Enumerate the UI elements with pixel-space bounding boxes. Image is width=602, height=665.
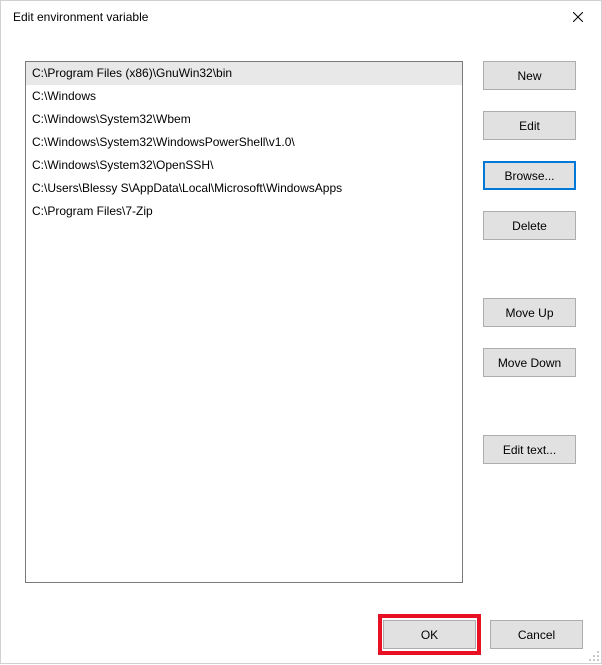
browse-button[interactable]: Browse... [483, 161, 576, 190]
ok-button[interactable]: OK [383, 620, 476, 649]
list-item[interactable]: C:\Program Files (x86)\GnuWin32\bin [26, 62, 462, 85]
edit-button[interactable]: Edit [483, 111, 576, 140]
dialog-content: C:\Program Files (x86)\GnuWin32\binC:\Wi… [1, 33, 601, 597]
dialog-footer: OK Cancel [383, 620, 583, 649]
resize-grip-icon [586, 648, 600, 662]
move-down-button[interactable]: Move Down [483, 348, 576, 377]
edit-text-button[interactable]: Edit text... [483, 435, 576, 464]
list-item[interactable]: C:\Users\Blessy S\AppData\Local\Microsof… [26, 177, 462, 200]
dialog-title: Edit environment variable [13, 10, 148, 24]
cancel-button[interactable]: Cancel [490, 620, 583, 649]
delete-button[interactable]: Delete [483, 211, 576, 240]
list-item[interactable]: C:\Windows\System32\Wbem [26, 108, 462, 131]
list-item[interactable]: C:\Windows\System32\WindowsPowerShell\v1… [26, 131, 462, 154]
new-button[interactable]: New [483, 61, 576, 90]
path-listbox[interactable]: C:\Program Files (x86)\GnuWin32\binC:\Wi… [25, 61, 463, 583]
close-button[interactable] [555, 1, 601, 33]
titlebar: Edit environment variable [1, 1, 601, 33]
list-item[interactable]: C:\Windows [26, 85, 462, 108]
resize-grip[interactable] [586, 648, 600, 662]
close-icon [573, 12, 583, 22]
side-button-panel: New Edit Browse... Delete Move Up Move D… [483, 61, 576, 583]
move-up-button[interactable]: Move Up [483, 298, 576, 327]
list-item[interactable]: C:\Windows\System32\OpenSSH\ [26, 154, 462, 177]
list-item[interactable]: C:\Program Files\7-Zip [26, 200, 462, 223]
